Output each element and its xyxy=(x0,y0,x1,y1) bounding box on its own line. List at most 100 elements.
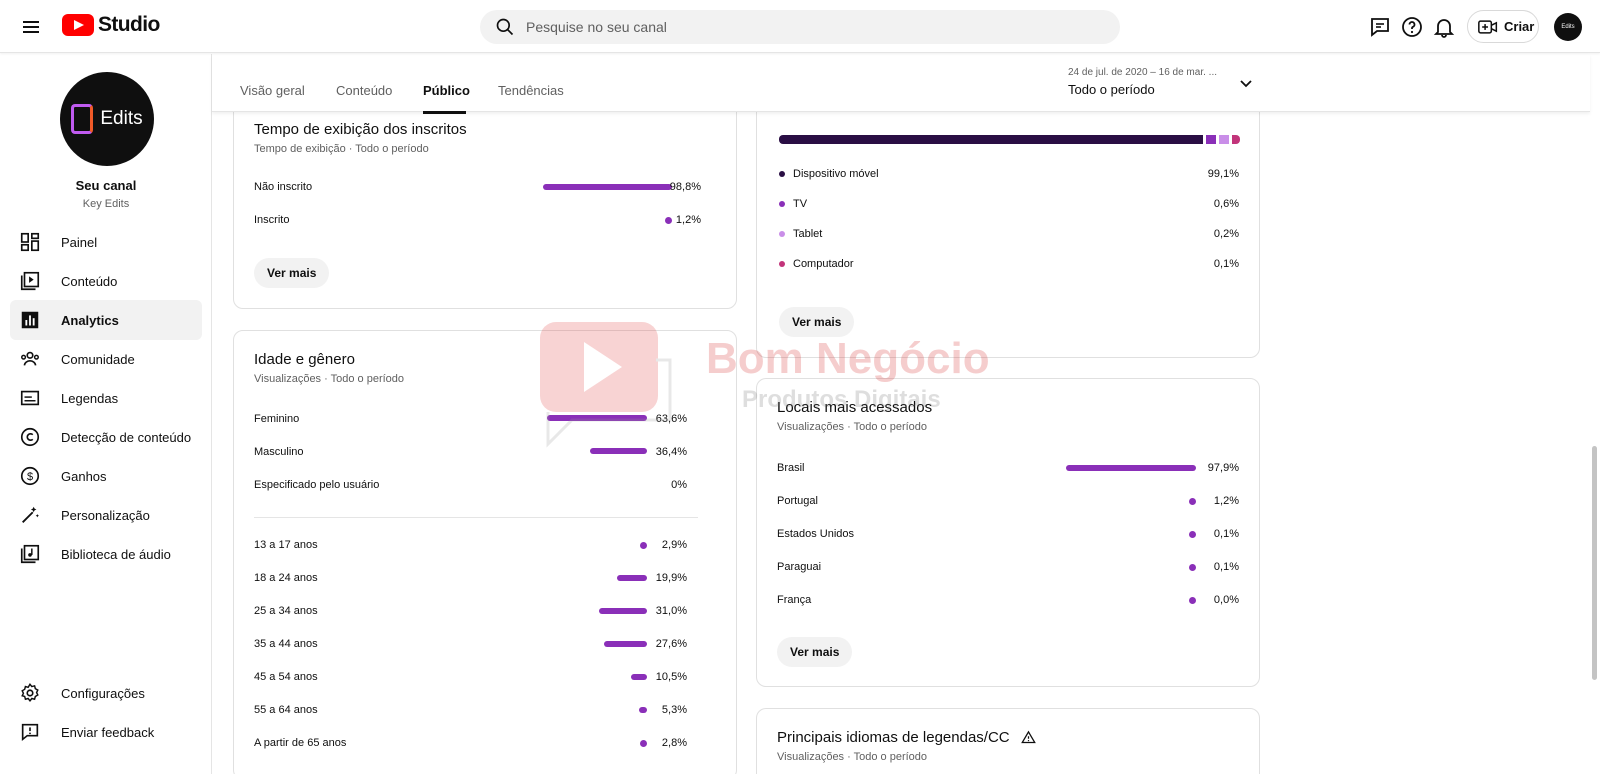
tab-publico[interactable]: Público xyxy=(423,83,470,98)
top-locations-card: Locais mais acessados Visualizações · To… xyxy=(756,378,1260,687)
svg-text:$: $ xyxy=(27,471,33,483)
search-input[interactable] xyxy=(526,10,1106,44)
sidebar-item-label: Conteúdo xyxy=(61,273,118,289)
row-label: Estados Unidos xyxy=(777,528,855,540)
row-label: França xyxy=(777,594,812,606)
search-bar[interactable] xyxy=(480,10,1120,44)
date-period-label[interactable]: Todo o período xyxy=(1068,82,1155,97)
channel-name: Seu canal xyxy=(75,178,137,193)
card-title: Principais idiomas de legendas/CC xyxy=(777,729,1010,746)
community-icon xyxy=(21,351,39,366)
row-label: 18 a 24 anos xyxy=(254,572,318,584)
sidebar-item-biblioteca[interactable]: Biblioteca de áudio xyxy=(10,534,202,574)
row-value: 0,0% xyxy=(1213,594,1239,606)
row-label: 55 a 64 anos xyxy=(254,704,318,716)
channel-handle: Key Edits xyxy=(82,198,130,210)
sidebar-item-label: Painel xyxy=(61,234,98,250)
legend-dot xyxy=(779,171,785,177)
row-value: 1,2% xyxy=(1213,495,1239,507)
row-label: TV xyxy=(793,198,808,210)
sidebar-item-label: Configurações xyxy=(61,685,145,701)
row-label: Não inscrito xyxy=(254,181,313,193)
see-more-button[interactable]: Ver mais xyxy=(254,258,330,288)
row-value: 0,1% xyxy=(1213,528,1239,540)
row-label: 13 a 17 anos xyxy=(254,539,318,551)
card-subtitle: Visualizações · Todo o período xyxy=(777,751,928,763)
date-range-text[interactable]: 24 de jul. de 2020 – 16 de mar. ... xyxy=(1068,67,1224,78)
channel-logo-icon xyxy=(71,104,94,134)
sidebar-item-conteudo[interactable]: Conteúdo xyxy=(10,261,202,301)
segment-desktop xyxy=(1232,135,1240,144)
tab-visao-geral[interactable]: Visão geral xyxy=(240,83,305,98)
sidebar-item-label: Biblioteca de áudio xyxy=(61,546,171,562)
sidebar: Edits Seu canal Key Edits Painel Conteúd… xyxy=(0,54,212,774)
feedback-chat-icon[interactable] xyxy=(1368,15,1392,39)
row-label: Especificado pelo usuário xyxy=(254,479,380,491)
row-value: 27,6% xyxy=(655,638,687,650)
app-title: Studio xyxy=(98,13,160,36)
earn-icon: $ xyxy=(20,466,40,486)
warning-icon[interactable] xyxy=(1021,730,1036,745)
tab-conteudo[interactable]: Conteúdo xyxy=(336,83,392,98)
row-value: 0,2% xyxy=(1213,228,1239,240)
studio-logo[interactable]: Studio xyxy=(62,13,160,37)
video-add-icon xyxy=(1478,19,1498,34)
sidebar-item-label: Comunidade xyxy=(61,351,135,367)
row-label: Computador xyxy=(793,258,854,270)
sidebar-item-configuracoes[interactable]: Configurações xyxy=(10,673,202,713)
create-button[interactable]: Criar xyxy=(1467,10,1539,43)
see-more-button[interactable]: Ver mais xyxy=(779,307,855,337)
account-avatar-text: Edits xyxy=(1561,24,1575,30)
search-icon xyxy=(496,18,514,36)
row-label: Dispositivo móvel xyxy=(793,168,879,180)
row-label: Inscrito xyxy=(254,214,290,226)
menu-icon[interactable] xyxy=(20,15,44,39)
sidebar-item-label: Detecção de conteúdo xyxy=(61,429,192,445)
sidebar-item-comunidade[interactable]: Comunidade xyxy=(10,339,202,379)
active-tab-indicator xyxy=(423,111,466,114)
row-label: 45 a 54 anos xyxy=(254,671,318,683)
legend-dot xyxy=(779,231,785,237)
row-label: Paraguai xyxy=(777,561,822,573)
row-label: Tablet xyxy=(793,228,823,240)
sidebar-item-legendas[interactable]: Legendas xyxy=(10,378,202,418)
row-value: 0% xyxy=(671,479,687,491)
tab-tendencias[interactable]: Tendências xyxy=(498,83,564,98)
card-title: Idade e gênero xyxy=(254,351,355,368)
row-value: 19,9% xyxy=(655,572,687,584)
sidebar-item-analytics[interactable]: Analytics xyxy=(10,300,202,340)
sidebar-item-label: Personalização xyxy=(61,507,150,523)
create-label: Criar xyxy=(1504,19,1535,34)
sidebar-item-painel[interactable]: Painel xyxy=(10,222,202,262)
sidebar-item-label: Enviar feedback xyxy=(61,724,155,740)
sidebar-item-label: Analytics xyxy=(61,312,119,328)
row-value: 5,3% xyxy=(661,704,687,716)
bar xyxy=(1066,465,1196,471)
sidebar-item-feedback[interactable]: Enviar feedback xyxy=(10,712,202,752)
account-avatar[interactable]: Edits xyxy=(1554,13,1582,41)
device-type-card: Dispositivo móvel 99,1% TV 0,6% Tablet 0… xyxy=(756,96,1260,358)
scrollbar-thumb[interactable] xyxy=(1592,446,1597,680)
segment-tv xyxy=(1206,135,1216,144)
row-value: 97,9% xyxy=(1207,462,1239,474)
card-subtitle: Tempo de exibição · Todo o período xyxy=(254,143,429,155)
channel-avatar-text: Edits xyxy=(100,108,143,129)
channel-avatar[interactable]: Edits xyxy=(60,72,154,166)
sidebar-item-personalizacao[interactable]: Personalização xyxy=(10,495,202,535)
chevron-down-icon[interactable] xyxy=(1238,75,1254,91)
row-value: 99,1% xyxy=(1207,168,1239,180)
segment-mobile xyxy=(779,135,1203,144)
card-title: Locais mais acessados xyxy=(777,399,933,416)
divider xyxy=(254,517,698,518)
sidebar-item-deteccao[interactable]: Detecção de conteúdo xyxy=(10,417,202,457)
help-icon[interactable] xyxy=(1400,15,1424,39)
row-value: 98,8% xyxy=(669,181,701,193)
row-value: 2,8% xyxy=(661,737,687,749)
audio-library-icon xyxy=(20,544,40,564)
see-more-button[interactable]: Ver mais xyxy=(777,637,853,667)
sidebar-item-ganhos[interactable]: $ Ganhos xyxy=(10,456,202,496)
row-label: Feminino xyxy=(254,413,300,425)
notifications-icon[interactable] xyxy=(1432,15,1456,39)
row-label: Portugal xyxy=(777,495,818,507)
row-value: 0,1% xyxy=(1213,258,1239,270)
